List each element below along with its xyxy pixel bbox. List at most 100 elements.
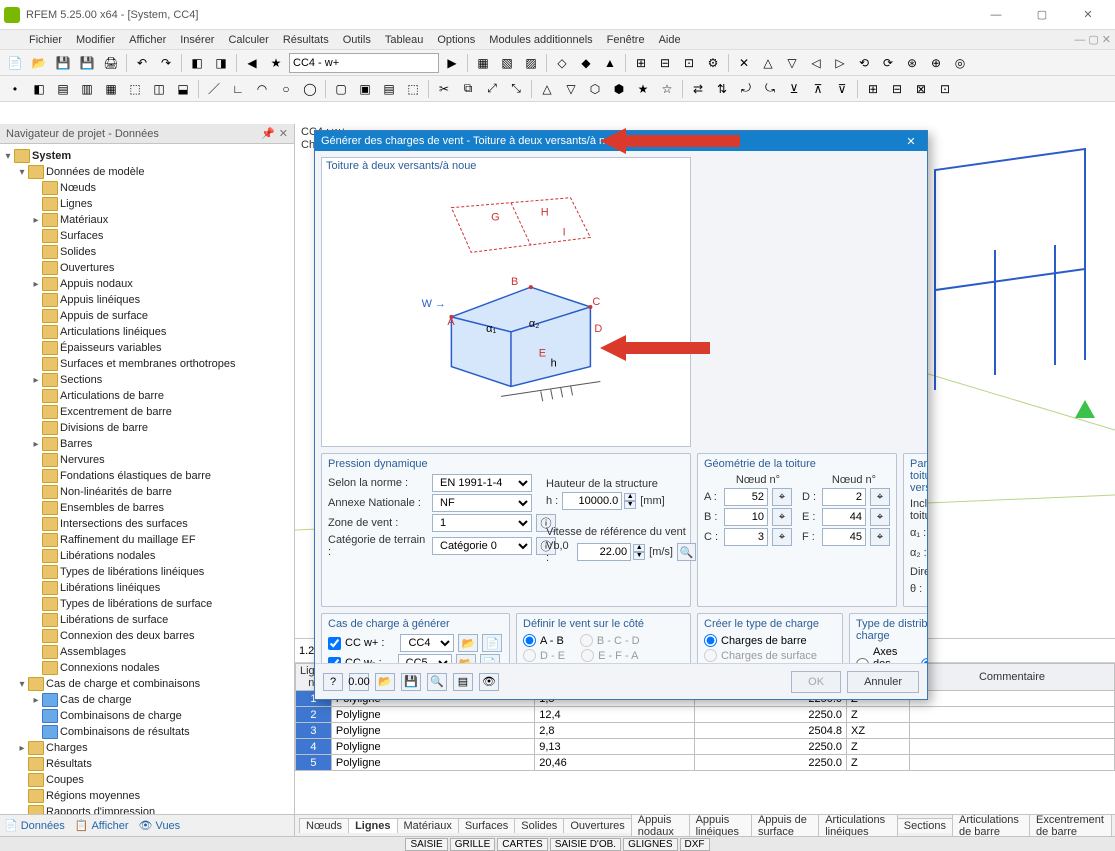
tree-item[interactable]: Surfaces et membranes orthotropes	[2, 356, 292, 372]
tree-item[interactable]: Libérations nodales	[2, 548, 292, 564]
btn-c3[interactable]: ▨	[520, 52, 542, 74]
h-input[interactable]	[562, 492, 622, 510]
t2-30[interactable]: △	[536, 78, 558, 100]
pick-a-icon[interactable]: ⌖	[772, 488, 792, 506]
t2-13[interactable]: ◯	[299, 78, 321, 100]
t2-6[interactable]: ⬚	[124, 78, 146, 100]
menu-modules additionnels[interactable]: Modules additionnels	[482, 32, 599, 48]
t2-33[interactable]: ⬢	[608, 78, 630, 100]
btn-x6[interactable]: ⟲	[853, 52, 875, 74]
t2-7[interactable]: ◫	[148, 78, 170, 100]
status-cell[interactable]: SAISIE	[405, 838, 447, 851]
btn-c4[interactable]: ◇	[551, 52, 573, 74]
status-cell[interactable]: CARTES	[497, 838, 547, 851]
t2-46[interactable]: ⊽	[831, 78, 853, 100]
tab-vues[interactable]: 👁 Vues	[139, 819, 181, 832]
btn-prev[interactable]: ◀	[241, 52, 263, 74]
menu-options[interactable]: Options	[430, 32, 482, 48]
t2-44[interactable]: ⊻	[783, 78, 805, 100]
menu-fichier[interactable]: Fichier	[22, 32, 69, 48]
tree-item[interactable]: Appuis linéiques	[2, 292, 292, 308]
grid-tab[interactable]: Ouvertures	[563, 818, 631, 833]
grid-tab[interactable]: Nœuds	[299, 818, 349, 833]
btn-x7[interactable]: ⟳	[877, 52, 899, 74]
tree-item[interactable]: Divisions de barre	[2, 420, 292, 436]
tree-item[interactable]: Connexions nodales	[2, 660, 292, 676]
btn-m2[interactable]: ⊟	[654, 52, 676, 74]
t2-34[interactable]: ★	[632, 78, 654, 100]
dialog-titlebar[interactable]: Générer des charges de vent - Toiture à …	[315, 131, 927, 151]
grid-tab[interactable]: Surfaces	[458, 818, 515, 833]
menu-résultats[interactable]: Résultats	[276, 32, 336, 48]
t2-5[interactable]: ▦	[100, 78, 122, 100]
close-button[interactable]: ✕	[1065, 0, 1111, 30]
tree-item[interactable]: ▸Cas de charge	[2, 692, 292, 708]
tab-afficher[interactable]: 📋 Afficher	[75, 819, 129, 832]
h-up-icon[interactable]: ▲	[624, 493, 636, 501]
norme-select[interactable]: EN 1991-1-4	[432, 474, 532, 492]
status-cell[interactable]: GLIGNES	[623, 838, 677, 851]
btn-c1[interactable]: ▦	[472, 52, 494, 74]
cancel-button[interactable]: Annuler	[847, 671, 919, 693]
t2-10[interactable]: ∟	[227, 78, 249, 100]
print-icon[interactable]: 🖨	[100, 52, 122, 74]
t2-2[interactable]: ◧	[28, 78, 50, 100]
tree-item[interactable]: ▸Barres	[2, 436, 292, 452]
btn-x8[interactable]: ⊛	[901, 52, 923, 74]
t2-4[interactable]: ▥	[76, 78, 98, 100]
geom-a-input[interactable]	[724, 488, 768, 506]
btn-x4[interactable]: ◁	[805, 52, 827, 74]
t2-40[interactable]: ⇄	[687, 78, 709, 100]
btn-next[interactable]: ▶	[441, 52, 463, 74]
mdi-controls[interactable]: — ▢ ✕	[1074, 33, 1111, 46]
menu-tableau[interactable]: Tableau	[378, 32, 431, 48]
t2-11[interactable]: ◠	[251, 78, 273, 100]
grid-tab[interactable]: Matériaux	[397, 818, 459, 833]
menu-outils[interactable]: Outils	[336, 32, 378, 48]
grid-tab[interactable]: Appuis nodaux	[631, 814, 690, 836]
tree-item[interactable]: Combinaisons de résultats	[2, 724, 292, 740]
t2-8[interactable]: ⬓	[172, 78, 194, 100]
undo-icon[interactable]: ↶	[131, 52, 153, 74]
t2-19[interactable]: ⧉	[457, 78, 479, 100]
t2-21[interactable]: ⤡	[505, 78, 527, 100]
maximize-button[interactable]: ▢	[1019, 0, 1065, 30]
t2-31[interactable]: ▽	[560, 78, 582, 100]
tree-item[interactable]: ▾Données de modèle	[2, 164, 292, 180]
tree-item[interactable]: Coupes	[2, 772, 292, 788]
geom-d-input[interactable]	[822, 488, 866, 506]
geom-c-input[interactable]	[724, 528, 768, 546]
t2-32[interactable]: ⬡	[584, 78, 606, 100]
status-cell[interactable]: DXF	[680, 838, 710, 851]
open-icon[interactable]: 📂	[28, 52, 50, 74]
t2-50[interactable]: ⊞	[862, 78, 884, 100]
tree-item[interactable]: Rapports d'impression	[2, 804, 292, 814]
t2-20[interactable]: ⤢	[481, 78, 503, 100]
dialog-close-icon[interactable]: ✕	[901, 135, 921, 148]
t2-12[interactable]: ○	[275, 78, 297, 100]
btn-x3[interactable]: ▽	[781, 52, 803, 74]
tree-item[interactable]: Types de libérations de surface	[2, 596, 292, 612]
cc-wp-check[interactable]: CC w+ :	[328, 637, 384, 650]
menu-fenêtre[interactable]: Fenêtre	[600, 32, 652, 48]
tree-item[interactable]: Solides	[2, 244, 292, 260]
menu-afficher[interactable]: Afficher	[122, 32, 173, 48]
btn-x1[interactable]: ✕	[733, 52, 755, 74]
btn-a[interactable]: ◧	[186, 52, 208, 74]
help-icon[interactable]: ?	[323, 673, 343, 691]
t2-9[interactable]: ／	[203, 78, 225, 100]
cat-select[interactable]: Catégorie 0	[432, 537, 532, 555]
cc-wp-select[interactable]: CC4	[400, 634, 454, 652]
zoom-icon[interactable]: 🔍	[427, 673, 447, 691]
t2-43[interactable]: ⤿	[759, 78, 781, 100]
tree-item[interactable]: Libérations linéiques	[2, 580, 292, 596]
tree-item[interactable]: Appuis de surface	[2, 308, 292, 324]
tree-item[interactable]: ▸Sections	[2, 372, 292, 388]
btn-x9[interactable]: ⊕	[925, 52, 947, 74]
tree-item[interactable]: Assemblages	[2, 644, 292, 660]
tree-item[interactable]: Raffinement du maillage EF	[2, 532, 292, 548]
status-cell[interactable]: SAISIE D'OB.	[550, 838, 621, 851]
t2-51[interactable]: ⊟	[886, 78, 908, 100]
t2-45[interactable]: ⊼	[807, 78, 829, 100]
list-icon[interactable]: ▤	[453, 673, 473, 691]
